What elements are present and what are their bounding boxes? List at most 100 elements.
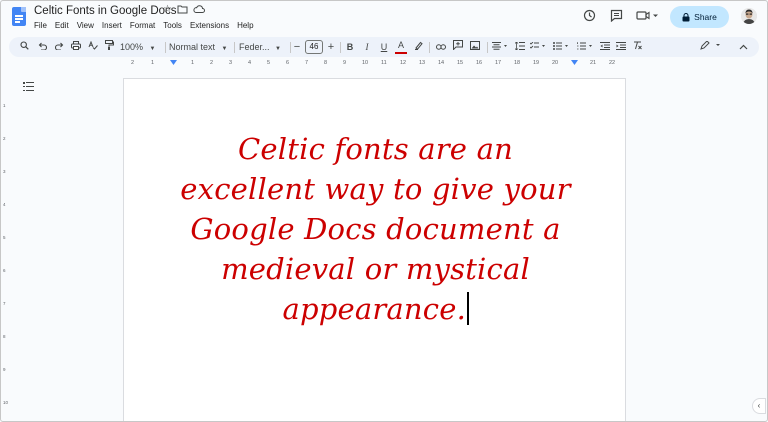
lock-icon — [682, 12, 690, 21]
ruler-label: 10 — [362, 60, 369, 66]
zoom-value: 100% — [120, 42, 144, 52]
document-line: Google Docs document a — [190, 212, 561, 246]
cloud-status-icon[interactable] — [193, 4, 205, 17]
chevron-down-icon: ▼ — [149, 46, 156, 52]
star-icon[interactable]: ☆ — [163, 4, 172, 17]
ruler-label: 11 — [381, 60, 387, 66]
horizontal-ruler[interactable]: 2 1 1 2 3 4 5 6 7 8 9 10 11 12 13 14 15 … — [123, 59, 626, 69]
hide-menus-icon[interactable] — [737, 37, 749, 57]
bulleted-list-icon[interactable] — [552, 37, 570, 57]
search-menus-icon[interactable] — [18, 37, 30, 57]
print-icon[interactable] — [70, 37, 82, 57]
vruler-label: 2 — [3, 136, 6, 141]
docs-logo-icon[interactable] — [12, 7, 26, 26]
ruler-label: 18 — [514, 60, 521, 66]
menu-file[interactable]: File — [34, 21, 51, 30]
font-family-select[interactable]: Feder... ▼ — [239, 37, 289, 57]
add-comment-icon[interactable] — [452, 37, 464, 57]
ruler-label: 6 — [286, 60, 290, 66]
spellcheck-icon[interactable] — [87, 37, 99, 57]
ruler-label: 15 — [457, 60, 464, 66]
ruler-label: 9 — [343, 60, 347, 66]
font-family-value: Feder... — [239, 42, 270, 52]
decrease-indent-icon[interactable] — [599, 37, 611, 57]
highlight-color-icon[interactable] — [412, 37, 424, 57]
vruler-label: 4 — [3, 202, 6, 207]
underline-button[interactable]: U — [378, 37, 390, 57]
vruler-label: 3 — [3, 169, 6, 174]
paint-format-icon[interactable] — [103, 37, 115, 57]
clear-formatting-icon[interactable] — [632, 37, 644, 57]
undo-icon[interactable] — [36, 37, 48, 57]
text-color-button[interactable]: A — [395, 37, 407, 54]
zoom-select[interactable]: 100% ▼ — [120, 37, 160, 57]
line-spacing-icon[interactable] — [514, 37, 526, 57]
divider — [290, 42, 291, 53]
title-bar: Celtic Fonts in Google Docs ☆ File Edit … — [1, 1, 767, 35]
vruler-label: 6 — [3, 268, 6, 273]
move-folder-icon[interactable] — [177, 4, 188, 17]
menu-insert[interactable]: Insert — [98, 21, 126, 30]
ruler-label: 22 — [609, 60, 616, 66]
align-center-icon[interactable] — [491, 37, 509, 57]
menu-extensions[interactable]: Extensions — [186, 21, 233, 30]
numbered-list-icon[interactable] — [576, 37, 594, 57]
menu-bar: File Edit View Insert Format Tools Exten… — [34, 21, 258, 30]
divider — [165, 42, 166, 53]
ruler-label: 13 — [419, 60, 426, 66]
ruler-label: 14 — [438, 60, 445, 66]
left-indent-marker[interactable] — [170, 60, 177, 65]
ruler-label: 2 — [131, 60, 135, 66]
vertical-ruler[interactable]: 1 2 3 4 5 6 7 8 9 10 — [3, 73, 11, 418]
redo-icon[interactable] — [53, 37, 65, 57]
ruler-label: 5 — [267, 60, 271, 66]
increase-font-size-button[interactable]: + — [326, 37, 336, 57]
meet-icon[interactable] — [635, 9, 661, 27]
text-cursor — [467, 292, 469, 325]
checklist-icon[interactable] — [529, 37, 547, 57]
chevron-down-icon: ▼ — [275, 46, 281, 52]
share-button[interactable]: Share — [670, 6, 729, 28]
insert-image-icon[interactable] — [469, 37, 481, 57]
menu-edit[interactable]: Edit — [51, 21, 73, 30]
document-line: medieval or mystical — [221, 252, 530, 286]
divider — [487, 42, 488, 53]
document-title[interactable]: Celtic Fonts in Google Docs — [34, 5, 177, 17]
app-window: Celtic Fonts in Google Docs ☆ File Edit … — [0, 0, 768, 422]
right-indent-marker[interactable] — [571, 60, 578, 65]
ruler-label: 1 — [151, 60, 155, 66]
document-page[interactable]: Celtic fonts are an excellent way to giv… — [123, 78, 627, 421]
ruler-label: 2 — [210, 60, 214, 66]
share-label: Share — [694, 12, 717, 22]
document-outline-icon[interactable] — [23, 82, 34, 92]
side-panel-toggle-icon[interactable]: ‹ — [752, 398, 766, 414]
increase-indent-icon[interactable] — [615, 37, 627, 57]
ruler-label: 19 — [533, 60, 540, 66]
insert-link-icon[interactable] — [435, 37, 447, 57]
chevron-down-icon: ▼ — [221, 46, 228, 52]
menu-tools[interactable]: Tools — [159, 21, 186, 30]
editing-mode-icon[interactable] — [699, 37, 723, 57]
vruler-label: 1 — [3, 103, 6, 108]
formatting-toolbar: 100% ▼ Normal text ▼ Feder... ▼ − 46 + B… — [9, 37, 759, 57]
menu-help[interactable]: Help — [233, 21, 257, 30]
ruler-label: 1 — [191, 60, 195, 66]
bold-button[interactable]: B — [344, 37, 356, 57]
avatar[interactable] — [741, 8, 757, 24]
italic-button[interactable]: I — [361, 37, 373, 57]
paragraph-style-select[interactable]: Normal text ▼ — [169, 37, 231, 57]
menu-format[interactable]: Format — [126, 21, 159, 30]
decrease-font-size-button[interactable]: − — [292, 37, 302, 57]
ruler-label: 4 — [248, 60, 252, 66]
history-icon[interactable] — [580, 9, 598, 27]
vruler-label: 9 — [3, 367, 6, 372]
comments-icon[interactable] — [607, 9, 625, 27]
font-size-input[interactable]: 46 — [305, 40, 323, 54]
ruler-label: 12 — [400, 60, 407, 66]
ruler-label: 17 — [495, 60, 502, 66]
divider — [234, 42, 235, 53]
document-body[interactable]: Celtic fonts are an excellent way to giv… — [124, 129, 627, 329]
vruler-label: 5 — [3, 235, 6, 240]
menu-view[interactable]: View — [73, 21, 98, 30]
ruler-label: 16 — [476, 60, 483, 66]
